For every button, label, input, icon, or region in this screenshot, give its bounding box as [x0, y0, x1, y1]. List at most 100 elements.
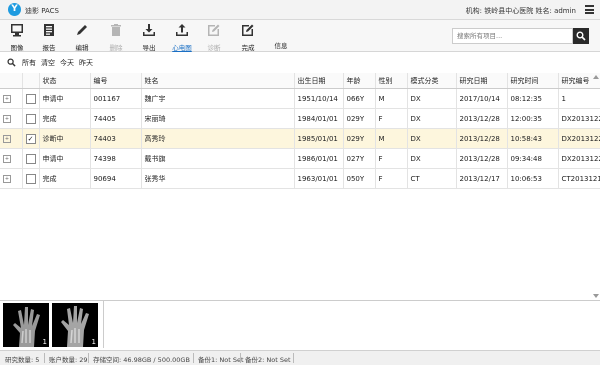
name-cell: 魏广宇 — [141, 88, 295, 109]
expand-icon[interactable]: + — [3, 114, 11, 123]
id-cell: 74405 — [90, 108, 142, 129]
expand-icon[interactable]: + — [3, 94, 11, 103]
search-input[interactable] — [452, 28, 573, 44]
checkbox-cell: ✓ — [22, 128, 40, 149]
id-cell: 74403 — [90, 128, 142, 149]
toolbar-export-button[interactable]: 导出 — [134, 20, 164, 52]
column-header — [22, 73, 40, 89]
toolbar-label: 信息 — [274, 42, 288, 50]
app-logo: Y — [8, 3, 21, 16]
app-title: 迪影 PACS — [25, 7, 59, 15]
filter-yesterday[interactable]: 昨天 — [79, 58, 93, 68]
toolbar-info-button[interactable]: 信息 — [266, 20, 296, 51]
filter-today[interactable]: 今天 — [60, 58, 74, 68]
toolbar-report-button[interactable]: 报告 — [34, 20, 64, 52]
toolbar-label: 完成 — [241, 44, 255, 52]
study-time-cell: 08:12:35 — [507, 88, 559, 109]
row-checkbox[interactable] — [25, 93, 36, 104]
sex-cell: M — [375, 88, 408, 109]
dob-cell: 1985/01/01 — [294, 128, 344, 149]
sex-cell: F — [375, 108, 408, 129]
status-cell: 申请中 — [39, 88, 91, 109]
row-checkbox-checked[interactable]: ✓ — [25, 133, 36, 144]
modality-cell: DX — [407, 88, 457, 109]
column-header[interactable]: 姓名 — [141, 73, 295, 89]
expand-icon[interactable]: + — [3, 134, 11, 143]
toolbar-diagnose-button[interactable]: 诊断 — [199, 20, 229, 52]
expand-cell: + — [0, 148, 23, 169]
name-cell: 高秀玲 — [141, 128, 295, 149]
id-cell: 90694 — [90, 168, 142, 189]
toolbar-label: 删除 — [109, 44, 123, 52]
table-row[interactable]: + 完成 90694 张秀华 1963/01/01 050Y F CT 2013… — [0, 168, 600, 189]
title-bar: Y 迪影 PACS 机构: 铁岭县中心医院 姓名: admin — [0, 0, 600, 20]
checkbox-cell — [22, 168, 40, 189]
age-cell: 029Y — [343, 128, 376, 149]
expand-cell: + — [0, 88, 23, 109]
row-checkbox[interactable] — [25, 153, 36, 164]
toolbar-edit-button[interactable]: 编辑 — [67, 20, 97, 52]
age-cell: 027Y — [343, 148, 376, 169]
modality-cell: CT — [407, 168, 457, 189]
backup-2: 备份2: Not Set — [245, 356, 291, 364]
expand-cell: + — [0, 128, 23, 149]
trash-icon — [111, 24, 121, 36]
checkbox-cell — [22, 148, 40, 169]
filter-all[interactable]: 所有 — [22, 58, 36, 68]
filter-clear[interactable]: 清空 — [41, 58, 55, 68]
expand-icon[interactable]: + — [3, 154, 11, 163]
modality-cell: DX — [407, 108, 457, 129]
toolbar-label: 报告 — [42, 44, 56, 52]
toolbar-ecg-button[interactable]: 心电图 — [167, 20, 197, 52]
toolbar-image-button[interactable]: 图像 — [2, 20, 32, 52]
toolbar-complete-button[interactable]: 完成 — [233, 20, 263, 52]
modality-cell: DX — [407, 148, 457, 169]
modality-cell: DX — [407, 128, 457, 149]
xray-thumbnail[interactable]: 1 — [3, 303, 49, 347]
table-row[interactable]: + 申请中 74398 戴书旗 1986/01/01 027Y F DX 201… — [0, 148, 600, 169]
study-time-cell: 12:00:35 — [507, 108, 559, 129]
backup-1: 备份1: Not Set — [198, 356, 244, 364]
search-button[interactable] — [573, 28, 589, 44]
toolbar-label: 导出 — [142, 44, 156, 52]
study-date-cell: 2017/10/14 — [456, 88, 508, 109]
study-time-cell: 10:58:43 — [507, 128, 559, 149]
search-icon — [7, 58, 16, 67]
hamburger-menu-icon[interactable] — [585, 5, 594, 14]
column-header[interactable]: 模式分类 — [407, 73, 457, 89]
edit-box-icon — [242, 24, 254, 36]
study-time-cell: 09:34:48 — [507, 148, 559, 169]
age-cell: 050Y — [343, 168, 376, 189]
row-checkbox[interactable] — [25, 113, 36, 124]
toolbar-label: 编辑 — [75, 44, 89, 52]
edit-box-icon — [208, 24, 220, 36]
column-header[interactable]: 研究时间 — [507, 73, 559, 89]
sex-cell: F — [375, 148, 408, 169]
xray-thumbnail[interactable]: 1 — [52, 303, 98, 347]
column-header[interactable]: 研究日期 — [456, 73, 508, 89]
column-header[interactable]: 年龄 — [343, 73, 376, 89]
column-header — [0, 73, 23, 89]
column-header[interactable]: 出生日期 — [294, 73, 344, 89]
expand-cell: + — [0, 168, 23, 189]
table-row-selected[interactable]: + ✓ 诊断中 74403 高秀玲 1985/01/01 029Y M DX 2… — [0, 128, 600, 149]
dob-cell: 1951/10/14 — [294, 88, 344, 109]
table-row[interactable]: + 申请中 001167 魏广宇 1951/10/14 066Y M DX 20… — [0, 88, 600, 109]
row-checkbox[interactable] — [25, 173, 36, 184]
table-row[interactable]: + 完成 74405 宋丽琦 1984/01/01 029Y F DX 2013… — [0, 108, 600, 129]
column-header[interactable]: 状态 — [39, 73, 91, 89]
status-cell: 诊断中 — [39, 128, 91, 149]
upload-icon — [176, 24, 188, 36]
table-header-row: 状态 编号 姓名 出生日期 年龄 性别 模式分类 研究日期 研究时间 研究编号 — [0, 73, 600, 89]
expand-icon[interactable]: + — [3, 174, 11, 183]
dob-cell: 1986/01/01 — [294, 148, 344, 169]
study-date-cell: 2013/12/17 — [456, 168, 508, 189]
toolbar-delete-button[interactable]: 删除 — [101, 20, 131, 52]
name-cell: 张秀华 — [141, 168, 295, 189]
name-cell: 戴书旗 — [141, 148, 295, 169]
vertical-scrollbar[interactable] — [592, 73, 600, 300]
status-cell: 完成 — [39, 168, 91, 189]
column-header[interactable]: 性别 — [375, 73, 408, 89]
thumbnail-strip: 1 1 — [0, 301, 104, 348]
column-header[interactable]: 编号 — [90, 73, 142, 89]
